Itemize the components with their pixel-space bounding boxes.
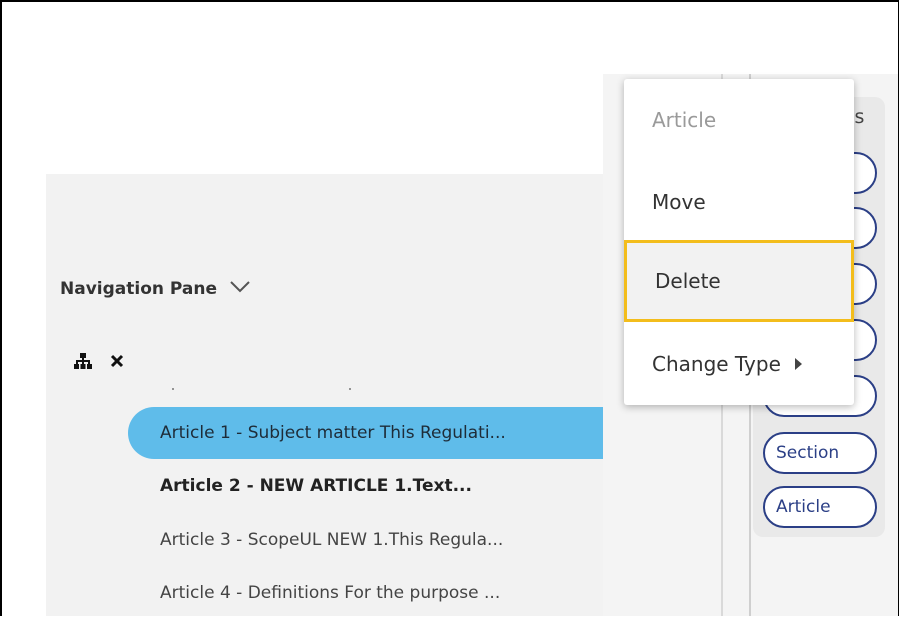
menu-item-change-type[interactable]: Change Type xyxy=(624,323,854,405)
list-item[interactable]: Article 3 - ScopeUL NEW 1.This Regula... xyxy=(128,514,680,566)
menu-header: Article xyxy=(652,108,717,132)
menu-item-label: Move xyxy=(652,190,706,214)
menu-item-label: Delete xyxy=(655,269,721,293)
list-item-label: Article 1 - Subject matter This Regulati… xyxy=(160,423,506,443)
list-item-label: Article 4 - Definitions For the purpose … xyxy=(160,583,501,603)
context-menu: Article Move Delete Change Type xyxy=(624,79,854,405)
list-item[interactable]: Article 1 - Subject matter This Regulati… xyxy=(128,407,680,459)
element-pill-article[interactable]: Article xyxy=(763,486,877,528)
chevron-down-icon[interactable] xyxy=(229,279,251,299)
navigation-pane-title: Navigation Pane xyxy=(60,279,218,299)
menu-item-delete[interactable]: Delete xyxy=(624,240,854,322)
screenshot-frame: Navigation Pane Article 1 - Subject matt… xyxy=(0,0,899,616)
menu-item-move[interactable]: Move xyxy=(624,161,854,243)
list-item[interactable]: Article 4 - Definitions For the purpose … xyxy=(128,567,680,616)
tree-dot xyxy=(172,388,174,390)
navigation-toolbar xyxy=(74,353,124,369)
hierarchy-icon[interactable] xyxy=(74,353,92,369)
list-item-label: Article 2 - NEW ARTICLE 1.Text... xyxy=(160,476,472,496)
menu-item-label: Change Type xyxy=(652,352,781,376)
element-pill-section[interactable]: Section xyxy=(763,432,877,474)
chevron-right-icon xyxy=(794,358,802,370)
tree-dot xyxy=(349,388,351,390)
navigation-pane-header[interactable]: Navigation Pane xyxy=(60,279,251,299)
list-item-label: Article 3 - ScopeUL NEW 1.This Regula... xyxy=(160,530,504,550)
list-item[interactable]: Article 2 - NEW ARTICLE 1.Text... xyxy=(128,460,680,512)
close-icon[interactable] xyxy=(110,354,124,368)
